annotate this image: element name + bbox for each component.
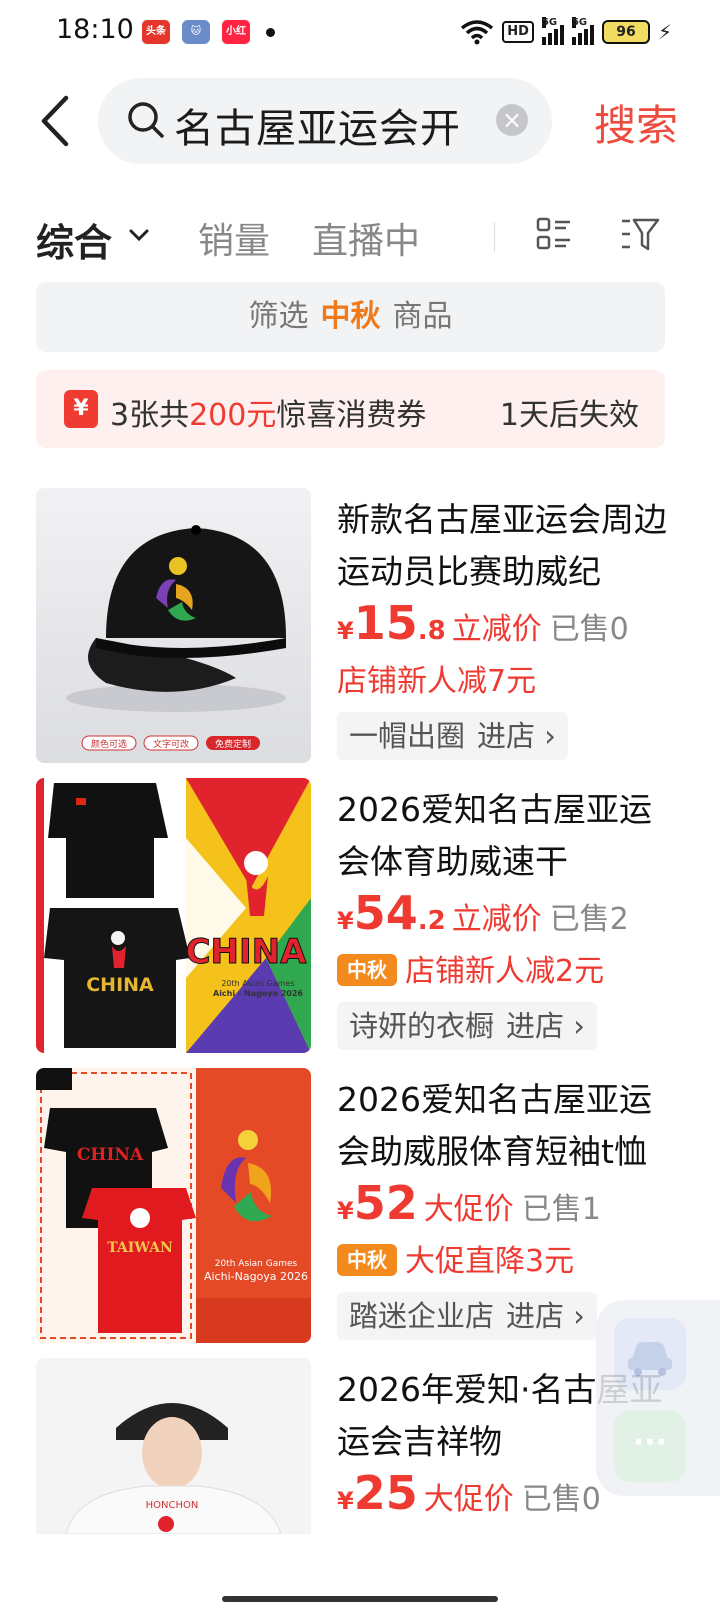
signal-icon-2: 5G — [571, 17, 594, 45]
filter-prefix: 筛选 — [248, 299, 309, 334]
svg-text:CHINA: CHINA — [86, 974, 154, 996]
hd-icon: HD — [502, 21, 534, 43]
home-indicator — [222, 1596, 498, 1602]
status-bar: 18:10 头条 🐱 小红书 HD 5G 5G 96 ⚡ — [0, 0, 720, 66]
car-icon[interactable] — [614, 1318, 686, 1390]
shop-name: 踏迷企业店 — [349, 1299, 495, 1333]
price-decimal: .2 — [417, 906, 446, 936]
svg-text:20th Asian Games: 20th Asian Games — [221, 979, 294, 988]
svg-text:20th Asian Games: 20th Asian Games — [215, 1259, 298, 1269]
battery-icon: 96 — [601, 20, 650, 44]
price-tag: 大促价 — [423, 1192, 514, 1227]
enter-shop-button[interactable]: 进店 › — [477, 719, 556, 753]
cat-app-icon: 🐱 — [182, 20, 210, 44]
price-row: ¥54.2 立减价 已售2 — [337, 886, 629, 940]
shop-link[interactable]: 一帽出圈 进店 › — [337, 712, 568, 760]
product-image[interactable]: CHINA CHINA 20th Asian Games Aichi - Nag… — [36, 778, 311, 1053]
price-row: ¥52 大促价 已售1 — [337, 1176, 601, 1230]
product-title[interactable]: 2026爱知名古屋亚运会助威服体育短袖t恤 — [337, 1074, 667, 1178]
sold-count: 已售1 — [521, 1192, 601, 1227]
coupon-expire: 1天后失效 — [499, 398, 639, 433]
shop-link[interactable]: 诗妍的衣橱 进店 › — [337, 1002, 597, 1050]
svg-text:Aichi - Nagoya 2026: Aichi - Nagoya 2026 — [213, 989, 303, 998]
shop-name: 诗妍的衣橱 — [349, 1009, 495, 1043]
sort-tabs: 综合 销量 直播中 — [36, 208, 686, 267]
mid-autumn-badge: 中秋 — [337, 1244, 397, 1276]
product-card[interactable]: 颜色可选 文字可改 免费定制 新款名古屋亚运会周边运动员比赛助威纪 ¥15.8 立… — [36, 488, 676, 768]
more-icon[interactable]: ··· — [614, 1410, 686, 1482]
product-title[interactable]: 2026爱知名古屋亚运会体育助威速干 — [337, 784, 667, 888]
search-input[interactable]: 名古屋亚运会开 × — [98, 78, 552, 164]
product-card[interactable]: HONCHON 2026年爱知·名古屋亚运会吉祥物 ¥25 大促价 已售0 — [36, 1358, 676, 1534]
product-card[interactable]: CHINA CHINA 20th Asian Games Aichi - Nag… — [36, 778, 676, 1058]
sold-count: 已售0 — [521, 1482, 601, 1517]
product-card[interactable]: CHINA TAIWAN 20th Asian Games Aichi-Nago… — [36, 1068, 676, 1348]
wifi-icon — [461, 20, 494, 45]
svg-text:免费定制: 免费定制 — [215, 738, 251, 750]
product-image[interactable]: HONCHON — [36, 1358, 311, 1534]
price-integer: 15 — [353, 596, 418, 650]
status-time: 18:10 — [56, 14, 134, 45]
sold-count: 已售2 — [549, 902, 629, 937]
list-view-icon[interactable] — [536, 216, 572, 252]
price-integer: 25 — [353, 1466, 418, 1520]
tab-live[interactable]: 直播中 — [312, 212, 420, 264]
product-title[interactable]: 新款名古屋亚运会周边运动员比赛助威纪 — [337, 494, 667, 598]
promo-text: 中秋 大促直降3元 — [337, 1236, 574, 1280]
product-image[interactable]: CHINA TAIWAN 20th Asian Games Aichi-Nago… — [36, 1068, 311, 1343]
price-integer: 52 — [353, 1176, 418, 1230]
price-row: ¥25 大促价 已售0 — [337, 1466, 601, 1520]
mid-autumn-badge: 中秋 — [337, 954, 397, 986]
currency-symbol: ¥ — [337, 1487, 354, 1515]
shop-link[interactable]: 踏迷企业店 进店 › — [337, 1292, 597, 1340]
enter-shop-button[interactable]: 进店 › — [506, 1009, 585, 1043]
price-tag: 立减价 — [451, 902, 542, 937]
svg-text:TAIWAN: TAIWAN — [107, 1240, 173, 1256]
promo-text: 店铺新人减7元 — [337, 664, 537, 699]
back-arrow-icon[interactable] — [36, 94, 76, 148]
promo-text: 中秋 店铺新人减2元 — [337, 946, 604, 990]
shop-name: 一帽出圈 — [349, 719, 466, 753]
svg-text:HONCHON: HONCHON — [146, 1500, 199, 1511]
filter-highlight: 中秋 — [320, 299, 381, 334]
filter-suffix: 商品 — [392, 299, 453, 334]
svg-text:文字可改: 文字可改 — [153, 738, 189, 750]
svg-text:颜色可选: 颜色可选 — [91, 738, 127, 750]
xiaohongshu-app-icon: 小红书 — [222, 20, 250, 61]
svg-text:Aichi-Nagoya 2026: Aichi-Nagoya 2026 — [204, 1270, 308, 1283]
coupon-icon: ¥ — [64, 390, 98, 428]
price-row: ¥15.8 立减价 已售0 — [337, 596, 629, 650]
enter-shop-button[interactable]: 进店 › — [506, 1299, 585, 1333]
coupon-banner[interactable]: ¥ 3张共200元惊喜消费券 1天后失效 — [36, 370, 665, 448]
tab-sales[interactable]: 销量 — [198, 212, 270, 264]
toutiao-app-icon: 头条 — [142, 20, 170, 44]
tab-divider — [494, 222, 495, 252]
currency-symbol: ¥ — [337, 907, 354, 935]
price-decimal: .8 — [417, 616, 446, 646]
signal-icon-1: 5G — [541, 17, 564, 45]
search-button[interactable]: 搜索 — [594, 92, 678, 153]
clear-icon[interactable]: × — [496, 104, 528, 136]
price-integer: 54 — [353, 886, 418, 940]
search-icon — [128, 102, 164, 138]
sold-count: 已售0 — [549, 612, 629, 647]
filter-icon[interactable] — [620, 216, 660, 252]
price-tag: 大促价 — [423, 1482, 514, 1517]
currency-symbol: ¥ — [337, 617, 354, 645]
search-query: 名古屋亚运会开 — [174, 106, 461, 152]
floating-widget[interactable]: ··· — [596, 1300, 720, 1496]
price-tag: 立减价 — [451, 612, 542, 647]
svg-text:CHINA: CHINA — [186, 932, 308, 972]
svg-text:CHINA: CHINA — [77, 1145, 144, 1165]
currency-symbol: ¥ — [337, 1197, 354, 1225]
coupon-text: 3张共200元惊喜消费券 — [110, 398, 427, 433]
status-indicators: HD 5G 5G 96 ⚡ — [460, 16, 672, 48]
notification-dot-icon — [266, 28, 275, 37]
tab-comprehensive[interactable]: 综合 — [36, 212, 112, 267]
filter-banner[interactable]: 筛选 中秋 商品 — [36, 282, 665, 352]
charging-icon: ⚡ — [657, 20, 672, 44]
product-image[interactable]: 颜色可选 文字可改 免费定制 — [36, 488, 311, 763]
chevron-down-icon[interactable] — [128, 228, 150, 242]
